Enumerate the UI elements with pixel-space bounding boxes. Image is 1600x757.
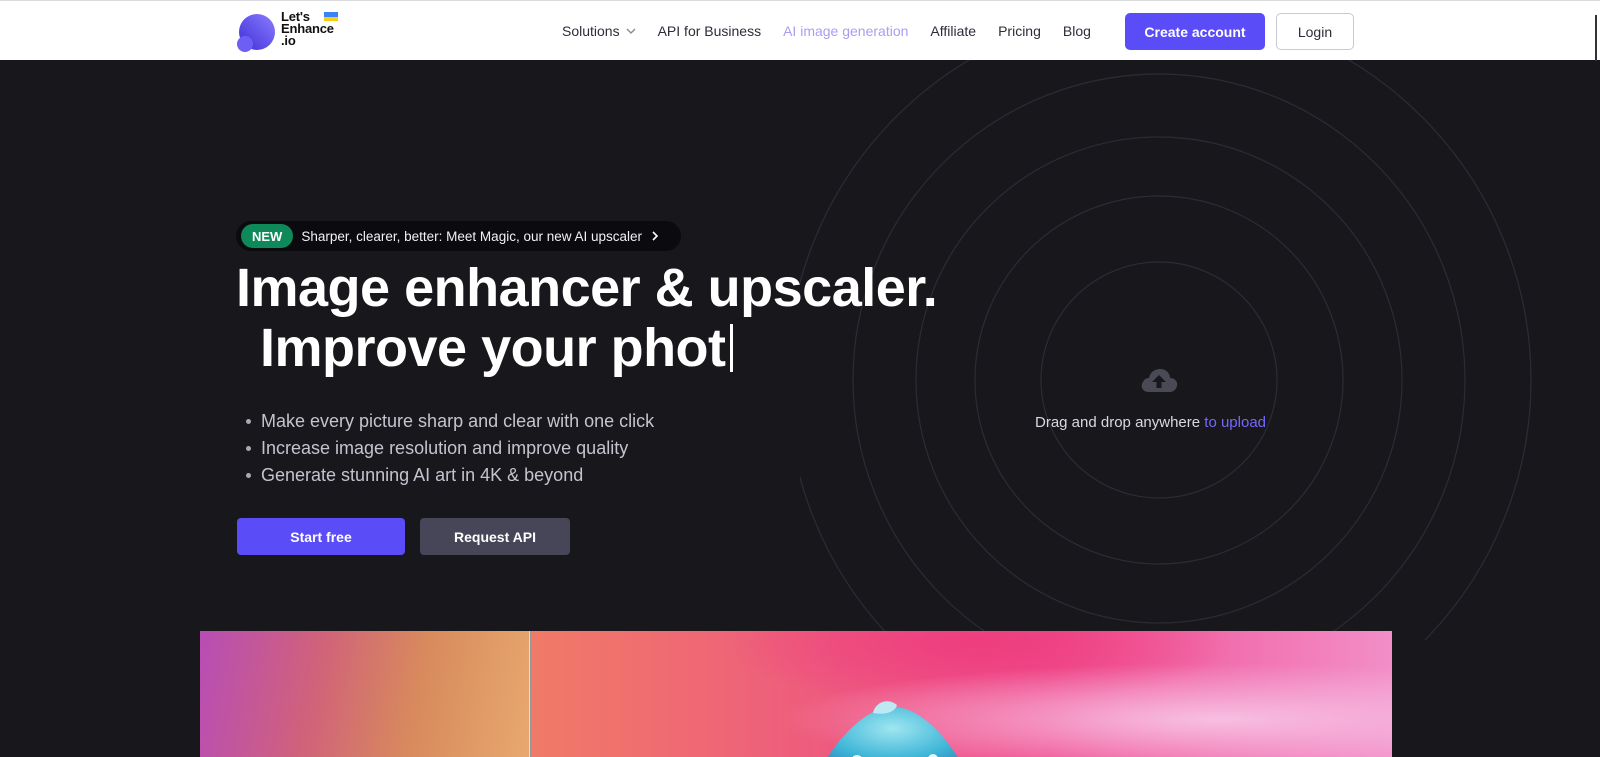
scrollbar[interactable] — [1595, 15, 1597, 61]
logo-line3: .io — [281, 33, 296, 48]
feature-item: Generate stunning AI art in 4K & beyond — [246, 462, 654, 489]
before-after-preview[interactable] — [200, 631, 1392, 757]
chevron-right-icon — [652, 231, 659, 241]
feature-item: Increase image resolution and improve qu… — [246, 435, 654, 462]
request-api-button[interactable]: Request API — [420, 518, 570, 555]
new-label: NEW — [241, 224, 294, 248]
announcement-text: Sharper, clearer, better: Meet Magic, ou… — [301, 228, 643, 244]
upload-dropzone-text: Drag and drop anywhere to upload — [1035, 414, 1325, 431]
announcement-badge[interactable]: NEW Sharper, clearer, better: Meet Magic… — [236, 221, 681, 251]
nav-affiliate[interactable]: Affiliate — [930, 23, 976, 39]
upload-instruction: Drag and drop anywhere — [1035, 414, 1201, 431]
headline-line2: Improve your phot — [260, 318, 726, 378]
before-image — [200, 631, 530, 757]
nav-pricing[interactable]: Pricing — [998, 23, 1041, 39]
nav-ai-image-generation[interactable]: AI image generation — [783, 23, 908, 39]
upload-link[interactable]: to upload — [1204, 414, 1266, 431]
chevron-down-icon — [626, 28, 636, 34]
nav-api-for-business[interactable]: API for Business — [658, 23, 762, 39]
nav-solutions-label: Solutions — [562, 23, 620, 39]
logo-icon — [237, 14, 275, 52]
page-title: Image enhancer & upscaler. Improve your … — [236, 258, 938, 378]
feature-item: Make every picture sharp and clear with … — [246, 408, 654, 435]
headline-line1: Image enhancer & upscaler. — [236, 258, 938, 318]
cloud-upload-icon[interactable] — [1139, 366, 1179, 394]
create-account-button[interactable]: Create account — [1125, 13, 1265, 50]
login-button[interactable]: Login — [1276, 13, 1354, 50]
top-navbar: Let's Enhance .io Solutions API for Busi… — [0, 0, 1600, 61]
start-free-button[interactable]: Start free — [237, 518, 405, 555]
nav-solutions[interactable]: Solutions — [562, 23, 636, 39]
headline-line2-wrap: Improve your phot — [236, 318, 937, 378]
logo[interactable]: Let's Enhance .io — [236, 10, 346, 53]
chameleon-image — [827, 701, 958, 757]
comparison-slider-handle[interactable] — [529, 631, 531, 757]
nav-blog[interactable]: Blog — [1063, 23, 1091, 39]
ukraine-flag-icon — [324, 12, 338, 21]
main-nav: Solutions API for Business AI image gene… — [562, 1, 1113, 61]
typing-cursor — [729, 324, 733, 372]
feature-list: Make every picture sharp and clear with … — [246, 408, 654, 489]
